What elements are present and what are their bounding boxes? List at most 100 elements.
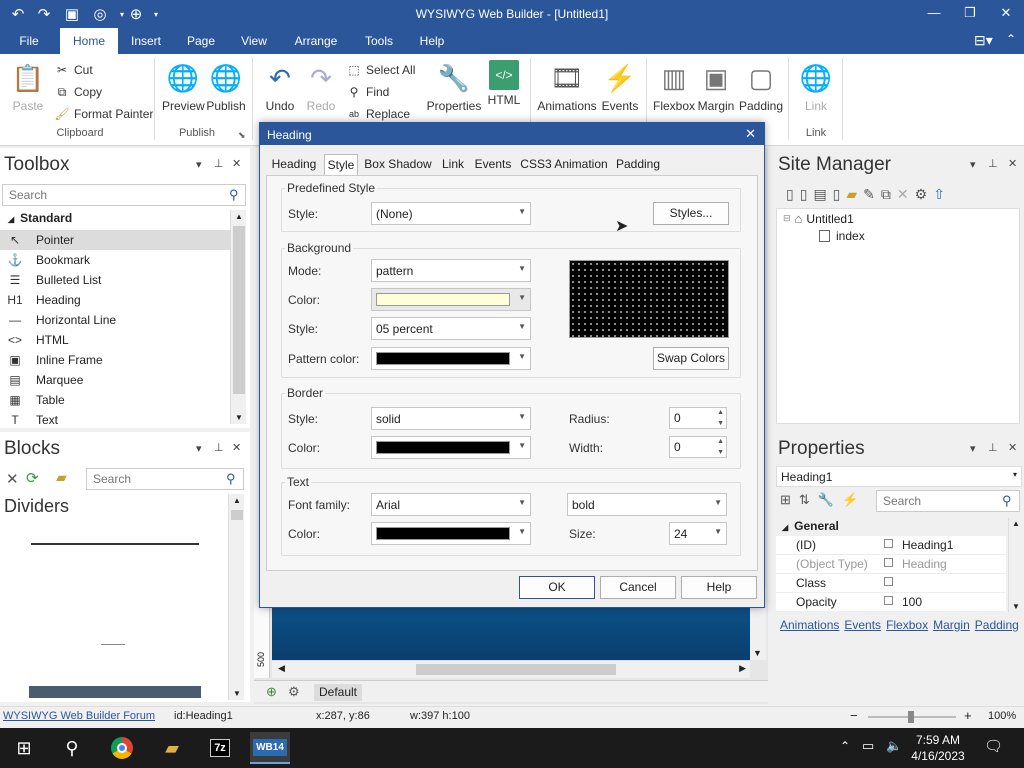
padding-button[interactable]: ▢ Padding [738, 60, 784, 114]
font-family-select[interactable]: Arial ▼ [371, 493, 531, 516]
spin-up-icon[interactable]: ▲ [717, 409, 724, 416]
property-link-events[interactable]: Events [844, 618, 881, 632]
publish-button[interactable]: 🌐 Publish [204, 60, 248, 114]
close-icon[interactable]: ✕ [232, 157, 241, 170]
add-page-icon[interactable]: ⊕ [266, 684, 277, 700]
toolbox-item[interactable]: ⚓ Bookmark [0, 250, 230, 270]
tab-style[interactable]: Style [324, 154, 358, 175]
tab-view[interactable]: View [234, 28, 274, 54]
web-builder-taskbar-icon[interactable]: WB14 [250, 732, 290, 764]
chrome-icon[interactable] [102, 732, 142, 764]
minimize-button[interactable]: — [914, 2, 954, 24]
pin-icon[interactable]: ⊥ [988, 441, 998, 454]
tree-node-index[interactable]: index [819, 229, 865, 243]
zoom-in-icon[interactable]: + [964, 708, 972, 723]
zoom-out-icon[interactable]: − [850, 708, 858, 723]
property-binding-icon[interactable] [884, 596, 893, 605]
volume-icon[interactable]: 🔈 [886, 738, 902, 754]
layout-icon[interactable]: ⊟▾ [974, 32, 993, 49]
format-painter-button[interactable]: 🖌 Format Painter [54, 106, 153, 122]
tab-box-shadow[interactable]: Box Shadow [362, 154, 434, 175]
property-binding-icon[interactable] [884, 558, 893, 567]
object-selector[interactable]: Heading1 ▾ [776, 466, 1022, 487]
width-spinner[interactable]: 0 ▲ ▼ [669, 436, 727, 458]
property-binding-icon[interactable] [884, 539, 893, 548]
property-link-flexbox[interactable]: Flexbox [886, 618, 928, 632]
toolbox-item[interactable]: ▦ Table [0, 390, 230, 410]
tab-heading[interactable]: Heading [268, 154, 320, 175]
cancel-button[interactable]: Cancel [600, 576, 676, 599]
toolbox-item[interactable]: <> HTML [0, 330, 230, 350]
margin-button[interactable]: ▣ Margin [696, 60, 736, 114]
replace-button[interactable]: ab Replace [346, 106, 410, 122]
background-mode-select[interactable]: pattern ▼ [371, 259, 531, 282]
file-explorer-icon[interactable]: ▰ [152, 732, 192, 764]
collapse-ribbon-icon[interactable]: ⌃ [1006, 32, 1016, 46]
tab-events[interactable]: Events [472, 154, 514, 175]
toolbox-section-standard[interactable]: ◢ Standard [8, 211, 72, 225]
wrench-icon[interactable]: 🔧 [818, 492, 834, 508]
dialog-launcher-icon[interactable]: ⬊ [238, 130, 246, 141]
toolbox-item[interactable]: T Text [0, 410, 230, 424]
settings-icon[interactable]: ⚙ [915, 186, 928, 203]
animations-button[interactable]: 🎞 Animations [536, 60, 598, 114]
search-icon[interactable]: ⚲ [52, 732, 92, 764]
property-link-margin[interactable]: Margin [933, 618, 970, 632]
tab-file[interactable]: File [10, 28, 48, 54]
font-weight-select[interactable]: bold ▼ [567, 493, 727, 516]
styles-button[interactable]: Styles... [653, 202, 729, 225]
close-icon[interactable]: ✕ [232, 441, 241, 454]
flexbox-button[interactable]: ▥ Flexbox [652, 60, 696, 114]
copy-button[interactable]: ⧉ Copy [54, 84, 102, 100]
maximize-button[interactable]: ❐ [950, 2, 990, 24]
search-icon[interactable]: ⚲ [229, 187, 239, 203]
pin-icon[interactable]: ⊥ [988, 157, 998, 170]
link-button[interactable]: 🌐 Link [796, 60, 836, 114]
network-icon[interactable]: ▭ [862, 738, 874, 754]
border-style-select[interactable]: solid ▼ [371, 407, 531, 430]
search-icon[interactable]: ⚲ [1002, 493, 1012, 509]
edit-icon[interactable]: ✎ [863, 186, 875, 203]
properties-button[interactable]: 🔧 Properties [426, 60, 482, 114]
tab-default-page[interactable]: Default [314, 684, 362, 701]
property-row[interactable]: (ID) Heading1 [776, 536, 1006, 555]
toolbox-item[interactable]: ↖ Pointer [0, 230, 230, 250]
background-color-picker[interactable]: ▼ [371, 288, 531, 311]
pattern-color-picker[interactable]: ▼ [371, 347, 531, 370]
blocks-search-input[interactable]: Search [86, 468, 244, 490]
toolbox-search-input[interactable]: Search [2, 184, 246, 206]
tab-padding[interactable]: Padding [614, 154, 662, 175]
tab-tools[interactable]: Tools [358, 28, 400, 54]
page-settings-icon[interactable]: ⚙ [288, 684, 300, 700]
categorized-icon[interactable]: ⊞ [780, 492, 791, 508]
pin-icon[interactable]: ⊥ [214, 441, 224, 454]
predefined-style-select[interactable]: (None) ▼ [371, 202, 531, 225]
find-button[interactable]: ⚲ Find [346, 84, 390, 100]
toolbox-item[interactable]: — Horizontal Line [0, 310, 230, 330]
events-button[interactable]: ⚡ Events [600, 60, 640, 114]
preview-button[interactable]: 🌐 Preview [162, 60, 205, 114]
tab-link[interactable]: Link [438, 154, 468, 175]
toolbox-item[interactable]: ▣ Inline Frame [0, 350, 230, 370]
text-color-picker[interactable]: ▼ [371, 522, 531, 545]
close-icon[interactable]: ✕ [1008, 441, 1017, 454]
toolbox-item[interactable]: H1 Heading [0, 290, 230, 310]
clock[interactable]: 7:59 AM 4/16/2023 [906, 732, 970, 764]
property-row[interactable]: Class [776, 574, 1006, 593]
windows-start-icon[interactable]: ⊞ [4, 732, 44, 764]
move-up-icon[interactable]: ⇧ [933, 186, 945, 203]
tab-home[interactable]: Home [60, 28, 118, 54]
property-row[interactable]: Opacity 100 [776, 593, 1006, 612]
lightning-icon[interactable]: ⚡ [842, 492, 858, 508]
tab-page[interactable]: Page [180, 28, 222, 54]
folder-icon[interactable]: ▰ [56, 469, 67, 486]
open-folder-icon[interactable]: ▰ [846, 186, 857, 203]
blocks-preview-area[interactable] [4, 520, 226, 700]
undo-button[interactable]: ↶ Undo [260, 60, 300, 114]
redo-button[interactable]: ↷ Redo [302, 60, 340, 114]
toolbox-item[interactable]: ▤ Marquee [0, 370, 230, 390]
border-color-picker[interactable]: ▼ [371, 436, 531, 459]
refresh-icon[interactable]: ⟳ [26, 469, 39, 487]
delete-icon[interactable]: ✕ [897, 186, 909, 203]
property-row[interactable]: (Object Type) Heading [776, 555, 1006, 574]
